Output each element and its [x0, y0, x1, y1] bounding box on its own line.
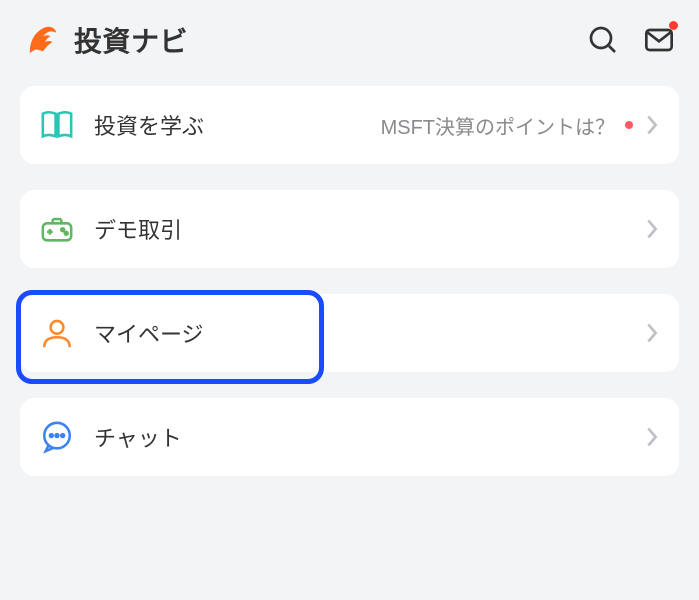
- user-icon: [40, 316, 74, 350]
- chevron-right-icon: [645, 426, 659, 448]
- search-button[interactable]: [587, 24, 619, 56]
- header-brand: 投資ナビ: [24, 20, 188, 60]
- menu-item-learn[interactable]: 投資を学ぶ MSFT決算のポイントは？: [20, 86, 679, 164]
- menu-item-chat[interactable]: チャット: [20, 398, 679, 476]
- menu-item-demo-trading[interactable]: デモ取引: [20, 190, 679, 268]
- header-actions: [587, 24, 675, 56]
- menu-label: チャット: [94, 421, 182, 453]
- menu-label: デモ取引: [94, 213, 182, 245]
- chat-icon: [40, 420, 74, 454]
- menu-list: 投資を学ぶ MSFT決算のポイントは？ デモ取引 マイページ: [0, 76, 699, 486]
- chevron-right-icon: [645, 322, 659, 344]
- menu-item-mypage[interactable]: マイページ: [20, 294, 679, 372]
- app-header: 投資ナビ: [0, 0, 699, 76]
- menu-subtext: MSFT決算のポイントは？: [381, 111, 633, 140]
- chevron-right-icon: [645, 114, 659, 136]
- menu-label: マイページ: [94, 317, 204, 349]
- chevron-right-icon: [645, 218, 659, 240]
- logo-icon: [24, 21, 62, 59]
- inbox-button[interactable]: [643, 24, 675, 56]
- red-dot-icon: [625, 121, 633, 129]
- app-title: 投資ナビ: [74, 20, 188, 60]
- notification-dot-icon: [669, 21, 678, 30]
- book-icon: [40, 108, 74, 142]
- menu-label: 投資を学ぶ: [94, 109, 204, 141]
- gamepad-icon: [40, 212, 74, 246]
